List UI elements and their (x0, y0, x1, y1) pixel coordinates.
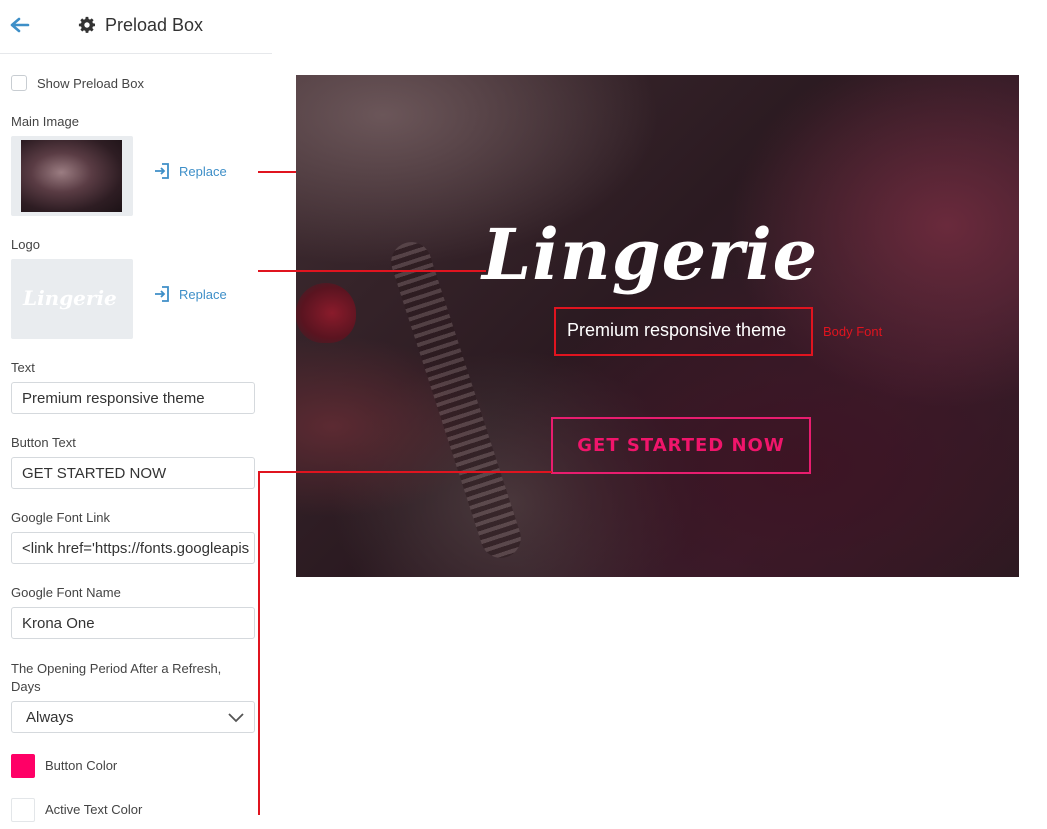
main-image-connector-line (258, 171, 296, 173)
main-image-replace-label: Replace (179, 163, 227, 179)
google-font-link-input[interactable]: <link href='https://fonts.googleapis (11, 532, 255, 564)
chevron-down-icon (228, 713, 244, 723)
show-preload-box-checkbox[interactable] (11, 75, 27, 91)
button-color-label: Button Color (45, 758, 118, 773)
arrow-left-icon[interactable] (10, 16, 30, 34)
logo-replace-button[interactable]: Replace (153, 284, 227, 304)
panel-header: Preload Box (0, 0, 272, 54)
main-image-photo (21, 140, 122, 212)
logo-replace-label: Replace (179, 286, 227, 302)
replace-icon (155, 286, 169, 302)
main-image-replace-button[interactable]: Replace (153, 161, 227, 181)
google-font-name-input[interactable]: Krona One (11, 607, 255, 639)
button-connector-line-vertical (258, 471, 260, 815)
active-text-color-swatch[interactable] (11, 798, 35, 822)
button-connector-line (258, 471, 552, 473)
preview-background-detail (296, 283, 356, 343)
main-image-thumbnail[interactable] (11, 136, 133, 216)
logo-thumbnail[interactable]: Lingerie (11, 259, 133, 339)
active-text-color-label: Active Text Color (45, 802, 143, 817)
button-text-label: Button Text (11, 435, 76, 450)
button-text-input[interactable]: GET STARTED NOW (11, 457, 255, 489)
preview-logo: Lingerie (482, 213, 819, 296)
text-label: Text (11, 360, 35, 375)
logo-label: Logo (11, 237, 40, 252)
opening-period-label: The Opening Period After a Refresh, Days (11, 661, 222, 694)
google-font-link-label: Google Font Link (11, 510, 111, 525)
page-title: Preload Box (105, 15, 204, 35)
preview-tagline: Premium responsive theme (567, 320, 787, 340)
body-font-annotation: Body Font (823, 324, 883, 339)
preload-box-preview: Lingerie Premium responsive theme Body F… (296, 75, 1019, 577)
google-font-name-label: Google Font Name (11, 585, 121, 600)
preview-cta-button[interactable]: GET STARTED NOW (551, 417, 811, 474)
logo-connector-line (258, 270, 486, 272)
button-color-swatch[interactable] (11, 754, 35, 778)
main-image-label: Main Image (11, 114, 79, 129)
logo-thumbnail-text: Lingerie (23, 286, 117, 310)
text-input[interactable]: Premium responsive theme (11, 382, 255, 414)
replace-icon (155, 163, 169, 179)
opening-period-value: Always (26, 709, 74, 726)
gear-icon (78, 16, 96, 33)
preview-cta-label: GET STARTED NOW (577, 435, 785, 456)
show-preload-box-label: Show Preload Box (37, 76, 144, 91)
opening-period-select[interactable]: Always (11, 701, 255, 733)
